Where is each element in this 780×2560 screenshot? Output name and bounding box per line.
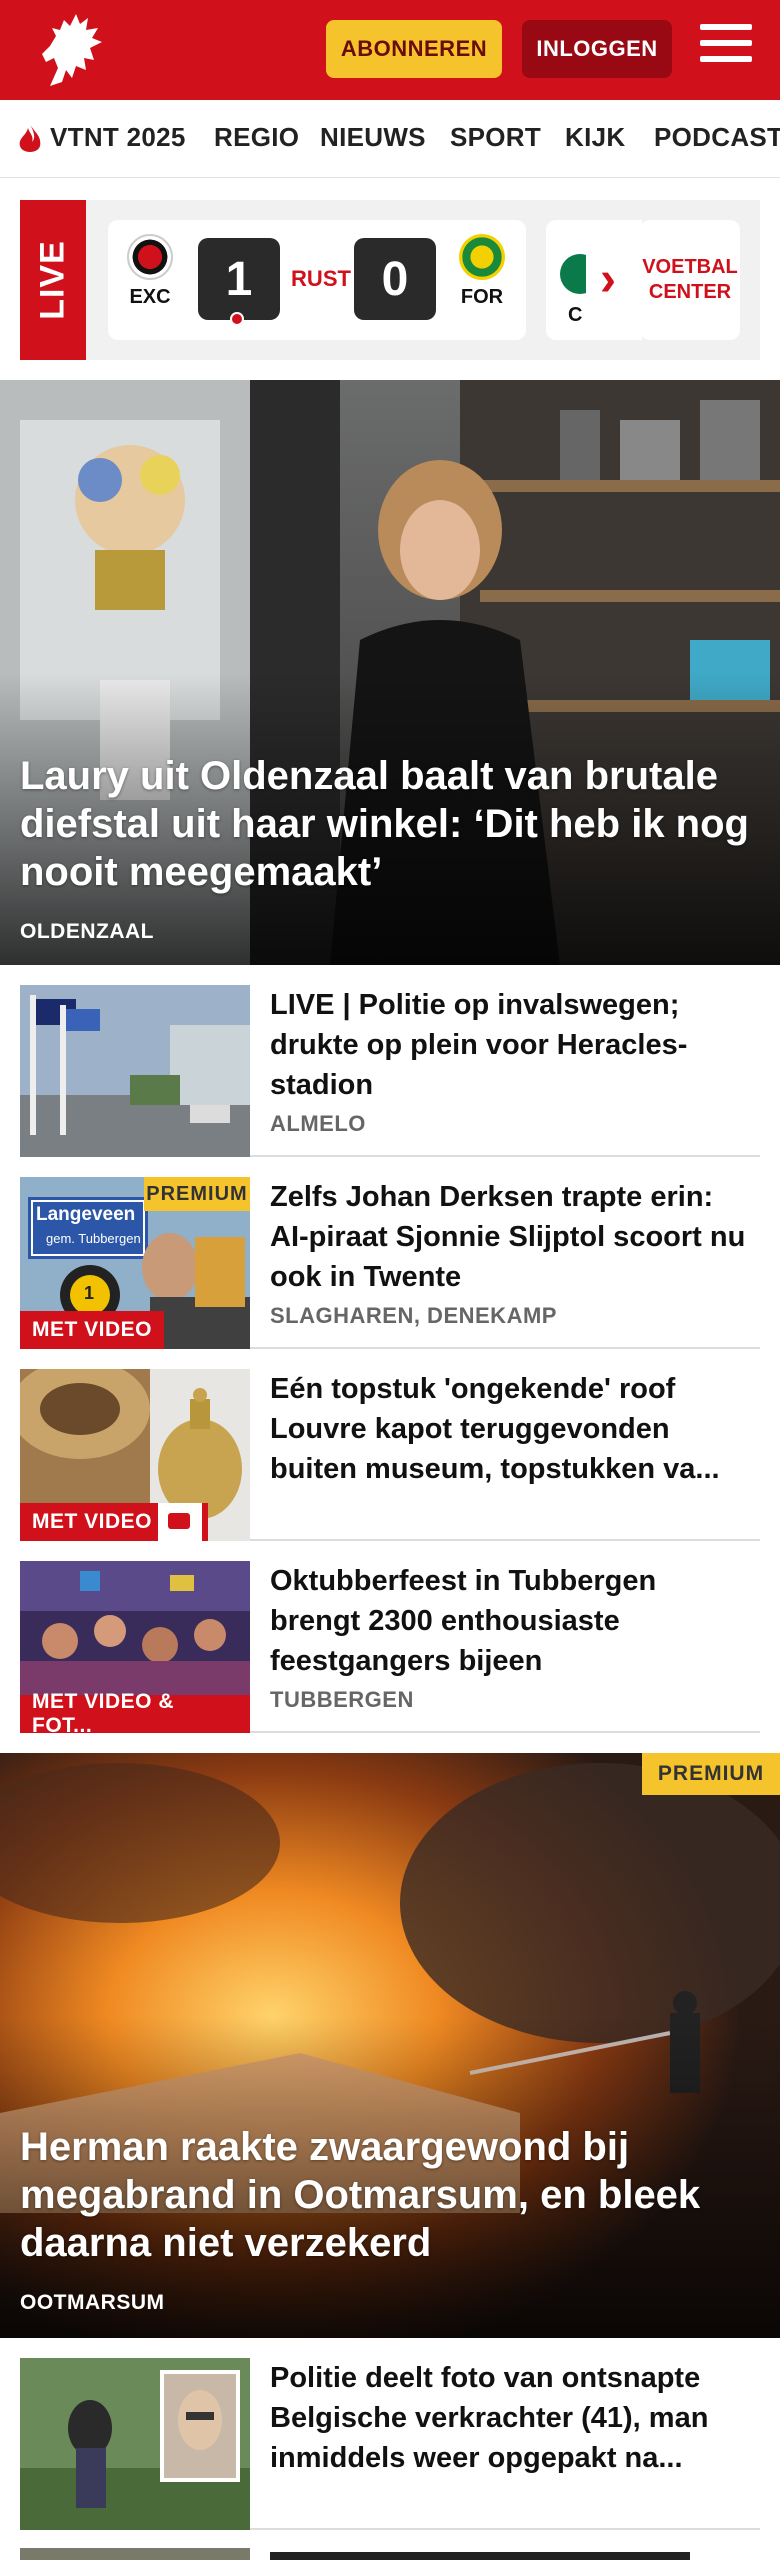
hero-article-laury[interactable]: Laury uit Oldenzaal baalt van brutale di… bbox=[0, 380, 780, 965]
premium-badge: PREMIUM bbox=[642, 1753, 780, 1795]
thumb-sign-text: Langeveen bbox=[36, 1204, 136, 1225]
home-team-abbr: EXC bbox=[129, 286, 171, 308]
next-team-abbr: C bbox=[568, 304, 583, 326]
thumb-stadium-flags bbox=[20, 985, 250, 1157]
top-header: ABONNEREN INLOGGEN bbox=[0, 0, 780, 100]
next-title-partial bbox=[270, 2552, 690, 2560]
horse-logo-icon[interactable] bbox=[36, 8, 108, 92]
premium-badge: PREMIUM bbox=[144, 1177, 250, 1211]
thumb-louvre: MET VIDEO bbox=[20, 1369, 250, 1541]
scroll-right-button[interactable]: › bbox=[586, 220, 642, 340]
hero-article-herman[interactable]: PREMIUM Herman raakte zwaargewond bij me… bbox=[0, 1753, 780, 2338]
article-location: SLAGHAREN, DENEKAMP bbox=[270, 1303, 557, 1328]
nav-item-nieuws[interactable]: NIEUWS bbox=[320, 122, 426, 153]
hero-title[interactable]: Laury uit Oldenzaal baalt van brutale di… bbox=[20, 752, 760, 896]
login-button[interactable]: INLOGGEN bbox=[522, 20, 672, 78]
live-scores-strip: LIVE EXC 1 RUST 0 FOR C › VOETBAL CENTER bbox=[20, 200, 760, 360]
hamburger-menu-icon[interactable] bbox=[700, 24, 752, 72]
live-label: LIVE bbox=[20, 200, 86, 360]
away-score: 0 bbox=[354, 238, 436, 320]
voetbal-center-link[interactable]: VOETBAL CENTER bbox=[640, 220, 740, 340]
fortuna-crest-icon bbox=[459, 234, 505, 280]
flame-icon bbox=[19, 124, 41, 152]
list-item[interactable]: MET VIDEO Eén topstuk 'ongekende' roof L… bbox=[20, 1349, 760, 1541]
thumb-sign-text-2: gem. Tubbergen bbox=[46, 1231, 141, 1246]
article-title[interactable]: Politie deelt foto van ontsnapte Belgisc… bbox=[270, 2358, 750, 2478]
article-title[interactable]: Oktubberfeest in Tubbergen brengt 2300 e… bbox=[270, 1561, 750, 1681]
next-list-item-partial[interactable] bbox=[20, 2548, 760, 2560]
video-badge: MET VIDEO bbox=[20, 1311, 165, 1349]
article-location: TUBBERGEN bbox=[270, 1687, 414, 1712]
hero-location: OLDENZAAL bbox=[20, 920, 154, 943]
article-title[interactable]: Zelfs Johan Derksen trapte erin: AI-pira… bbox=[270, 1177, 750, 1297]
video-photo-badge: MET VIDEO & FOT... bbox=[20, 1690, 250, 1733]
match-card[interactable]: EXC 1 RUST 0 FOR bbox=[108, 220, 526, 340]
thumb-oktubberfeest: MET VIDEO & FOT... bbox=[20, 1561, 250, 1733]
away-team: FOR bbox=[452, 234, 512, 309]
thumb-number-text: 1 bbox=[84, 1283, 95, 1303]
list-item[interactable]: Politie deelt foto van ontsnapte Belgisc… bbox=[20, 2338, 760, 2530]
away-team-abbr: FOR bbox=[460, 286, 504, 308]
chevron-right-icon: › bbox=[600, 253, 616, 306]
list-item[interactable]: LIVE | Politie op invalswegen; drukte op… bbox=[20, 965, 760, 1157]
excelsior-crest-icon bbox=[127, 234, 173, 280]
nav-item-sport[interactable]: SPORT bbox=[450, 122, 541, 153]
hero-location: OOTMARSUM bbox=[20, 2291, 165, 2314]
nav-item-regio[interactable]: REGIO bbox=[214, 122, 299, 153]
home-team: EXC bbox=[120, 234, 180, 309]
goal-indicator-icon bbox=[230, 312, 244, 326]
nav-item-vtnt-2025[interactable]: VTNT 2025 bbox=[50, 122, 186, 153]
thumb-langeveen-sign: Langeveen gem. Tubbergen 1 PREMIUM MET V… bbox=[20, 1177, 250, 1349]
home-score: 1 bbox=[198, 238, 280, 326]
subscribe-button[interactable]: ABONNEREN bbox=[326, 20, 502, 78]
hero-title[interactable]: Herman raakte zwaargewond bij megabrand … bbox=[20, 2123, 760, 2267]
article-location: ALMELO bbox=[270, 1111, 366, 1136]
article-title[interactable]: LIVE | Politie op invalswegen; drukte op… bbox=[270, 985, 750, 1105]
list-item[interactable]: MET VIDEO & FOT... Oktubberfeest in Tubb… bbox=[20, 1541, 760, 1733]
article-title[interactable]: Eén topstuk 'ongekende' roof Louvre kapo… bbox=[270, 1369, 750, 1489]
main-navigation: VTNT 2025 REGIO NIEUWS SPORT KIJK PODCAS… bbox=[0, 100, 780, 178]
nav-item-podcast[interactable]: PODCAST bbox=[654, 122, 780, 153]
match-status: RUST bbox=[291, 266, 351, 291]
list-item[interactable]: Langeveen gem. Tubbergen 1 PREMIUM MET V… bbox=[20, 1157, 760, 1349]
thumb-police-photo bbox=[20, 2358, 250, 2530]
comment-icon bbox=[158, 1503, 202, 1541]
nav-item-kijk[interactable]: KIJK bbox=[565, 122, 625, 153]
next-thumb-partial bbox=[20, 2548, 250, 2560]
